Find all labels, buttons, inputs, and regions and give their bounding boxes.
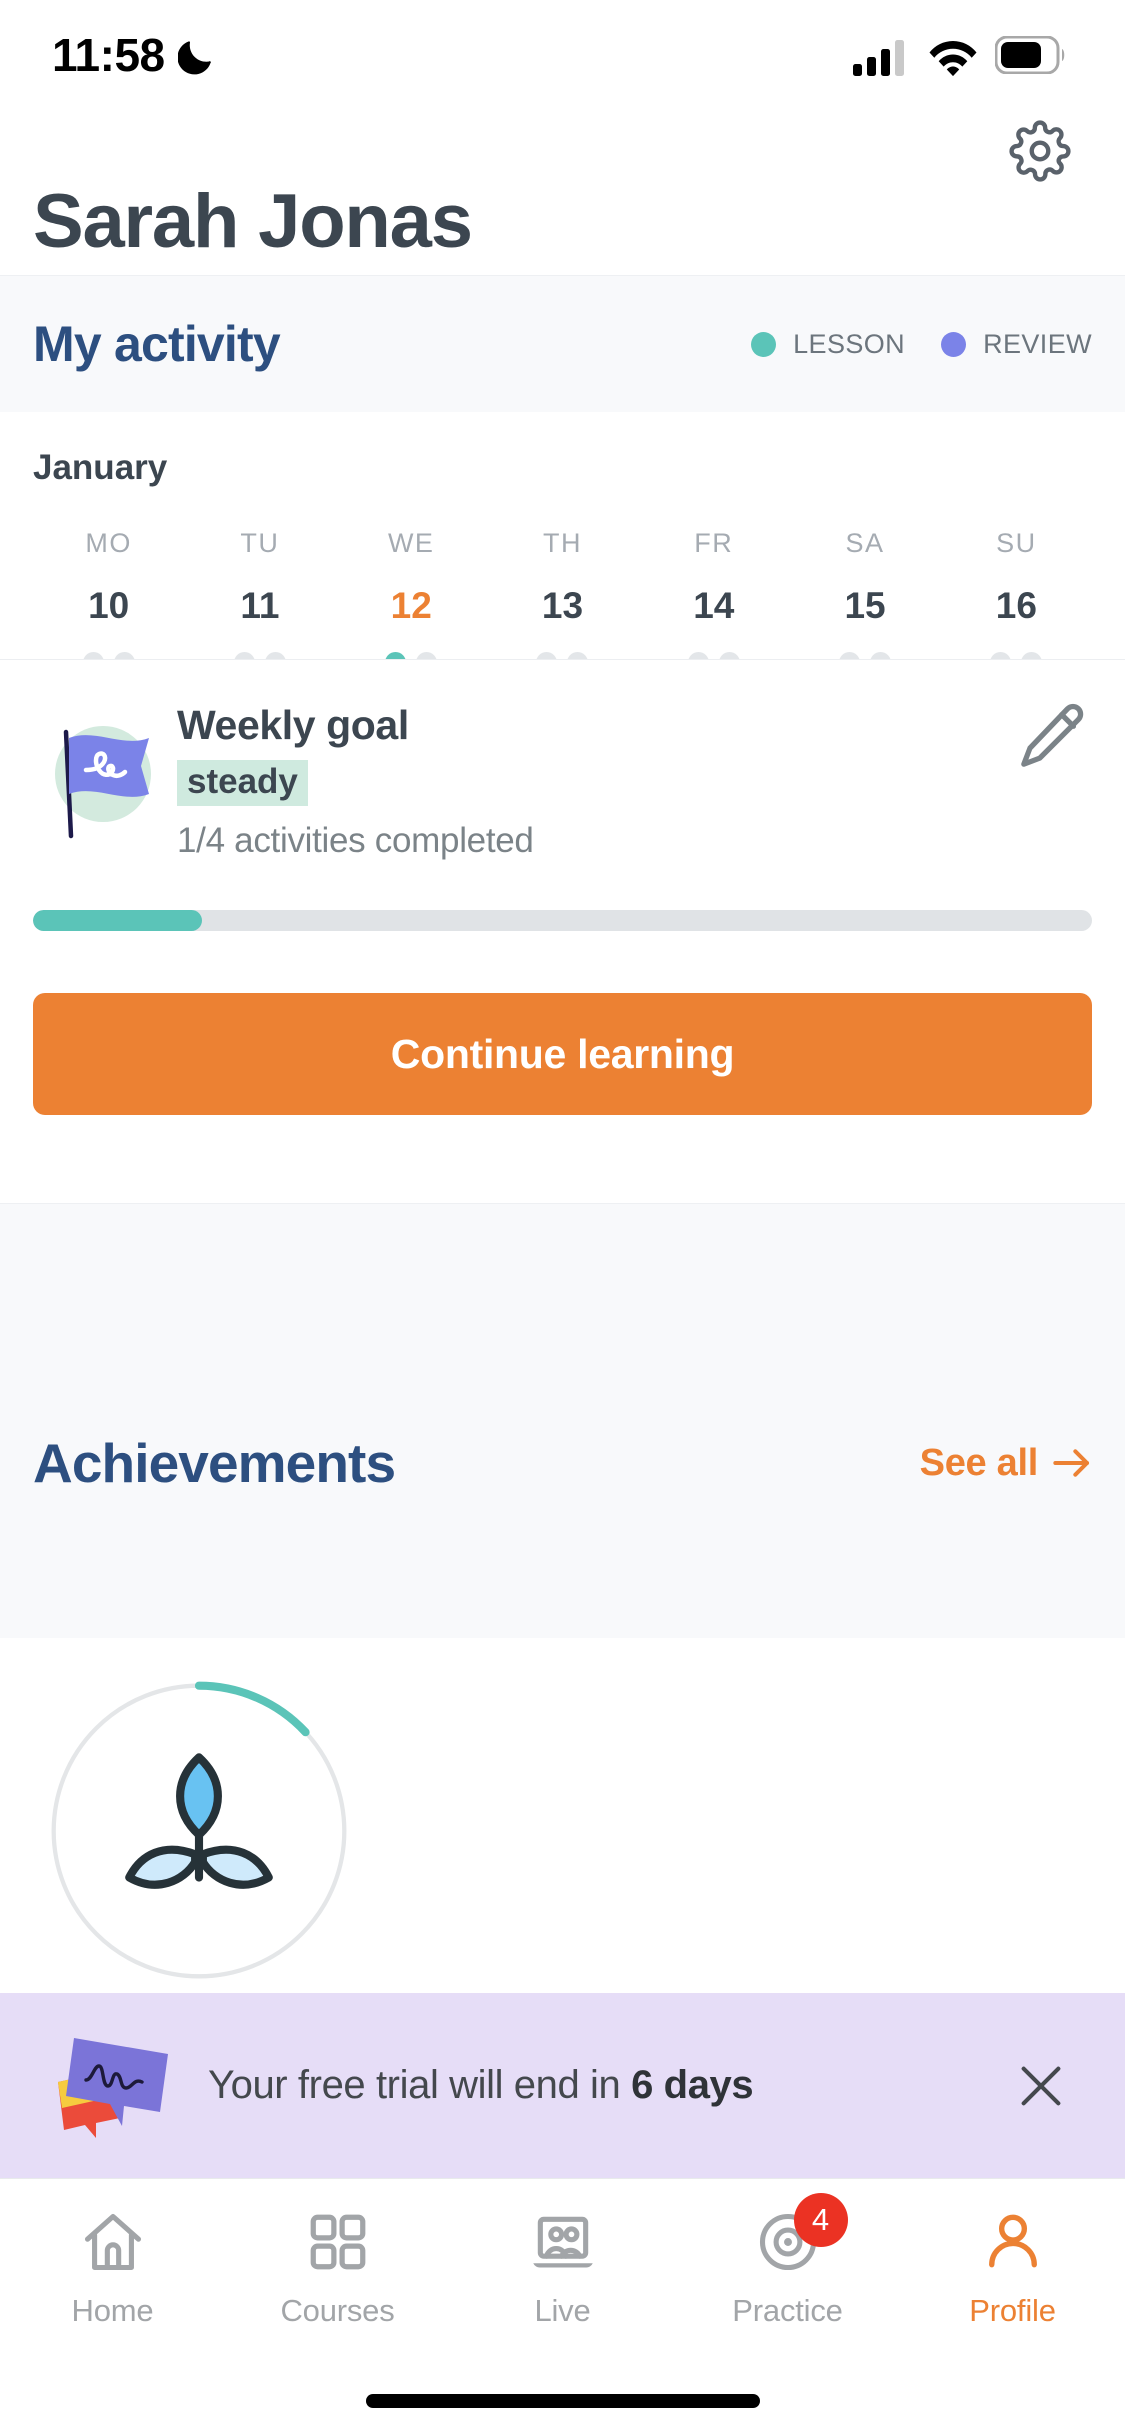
see-all-label: See all <box>919 1441 1039 1484</box>
activity-title: My activity <box>33 316 281 372</box>
nav-item-profile[interactable]: Profile <box>900 2205 1125 2329</box>
bottom-navigation-bar: Home Courses Live 4 Practice Profile <box>0 2178 1125 2368</box>
wifi-icon <box>929 41 977 76</box>
target-icon: 4 <box>754 2193 848 2279</box>
grid-icon <box>305 2205 371 2279</box>
continue-learning-container: Continue learning <box>0 993 1125 1203</box>
weekly-goal-card[interactable]: Weekly goal steady 1/4 activities comple… <box>0 659 1125 993</box>
continue-learning-button[interactable]: Continue learning <box>33 993 1092 1115</box>
free-trial-days: 6 days <box>631 2063 754 2107</box>
calendar-day-number: 13 <box>541 585 584 626</box>
achievements-title: Achievements <box>33 1432 396 1494</box>
achievements-section-header: Achievements See all <box>0 1383 1125 1543</box>
edit-weekly-goal-button[interactable] <box>1018 700 1088 770</box>
legend-item-lesson: LESSON <box>751 329 905 360</box>
status-bar-right <box>853 34 1067 76</box>
close-trial-banner-button[interactable] <box>1001 2046 1081 2126</box>
gear-icon <box>1009 120 1071 182</box>
calendar-day-mo[interactable]: MO 10 <box>33 528 184 673</box>
calendar-day-number: 15 <box>844 585 886 626</box>
calendar-day-number: 11 <box>240 585 280 626</box>
calendar-day-su[interactable]: SU 16 <box>941 528 1092 673</box>
calendar-day-tu[interactable]: TU 11 <box>184 528 335 673</box>
calendar-day-number: 16 <box>995 585 1037 626</box>
legend-dot-lesson <box>751 331 777 357</box>
nav-label-practice: Practice <box>732 2293 843 2328</box>
sprout-achievement-badge[interactable] <box>44 1676 354 1986</box>
person-icon <box>979 2205 1047 2279</box>
legend-label-review: REVIEW <box>983 328 1092 359</box>
calendar-day-number: 12 <box>390 585 432 626</box>
activity-section-header: My activity LESSON REVIEW <box>0 275 1125 412</box>
calendar-day-of-week: SU <box>996 528 1037 558</box>
calendar-day-sa[interactable]: SA 15 <box>789 528 940 673</box>
calendar-day-of-week: WE <box>387 528 435 558</box>
nav-label-home: Home <box>71 2293 154 2328</box>
calendar-month-label: January <box>33 448 168 487</box>
see-all-achievements-link[interactable]: See all <box>920 1442 1092 1485</box>
arrow-right-icon <box>1053 1449 1089 1477</box>
nav-item-home[interactable]: Home <box>0 2205 225 2329</box>
activity-legend: LESSON REVIEW <box>751 329 1092 360</box>
legend-dot-review <box>941 331 967 357</box>
page-title: Sarah Jonas <box>33 179 473 264</box>
moon-icon <box>177 41 211 75</box>
nav-item-courses[interactable]: Courses <box>225 2205 450 2329</box>
cellular-signal-icon <box>853 40 904 76</box>
achievements-band-top <box>0 1203 1125 1383</box>
weekly-goal-progress-text: 1/4 activities completed <box>177 821 534 860</box>
speech-bubble-icon <box>52 2030 180 2142</box>
weekly-goal-row: Weekly goal steady 1/4 activities comple… <box>33 696 1092 861</box>
legend-label-lesson: LESSON <box>793 328 906 359</box>
close-icon <box>1021 2066 1061 2105</box>
flag-icon <box>33 704 163 840</box>
calendar-day-of-week: FR <box>694 528 734 558</box>
live-icon <box>529 2205 597 2279</box>
app-screen: 11:58 Sarah Jonas My activity LESSON REV… <box>0 0 1125 2436</box>
home-indicator <box>365 2394 760 2408</box>
weekly-goal-pace-badge: steady <box>177 760 308 806</box>
calendar-day-of-week: TU <box>240 528 280 558</box>
nav-label-live: Live <box>534 2293 591 2328</box>
pencil-icon <box>1021 703 1084 767</box>
legend-item-review: REVIEW <box>941 329 1092 360</box>
weekly-goal-progress-bar <box>33 910 1092 931</box>
weekly-goal-text: Weekly goal steady 1/4 activities comple… <box>177 696 534 861</box>
status-bar-left: 11:58 <box>52 28 216 82</box>
calendar-day-of-week: MO <box>85 528 132 558</box>
nav-item-practice[interactable]: 4 Practice <box>675 2193 900 2329</box>
calendar-day-we[interactable]: WE 12 <box>336 528 487 673</box>
status-bar-time: 11:58 <box>52 29 165 81</box>
calendar-day-th[interactable]: TH 13 <box>487 528 638 673</box>
calendar-week-row: MO 10 TU 11 WE 12 TH 13 FR 14 SA 15 SU 16 <box>33 528 1092 673</box>
calendar-day-number: 10 <box>88 585 130 626</box>
settings-button[interactable] <box>995 106 1085 196</box>
calendar-day-number: 14 <box>693 585 735 626</box>
calendar-day-fr[interactable]: FR 14 <box>638 528 789 673</box>
nav-label-profile: Profile <box>969 2293 1056 2328</box>
free-trial-text-prefix: Your free trial will end in <box>208 2063 632 2107</box>
achievements-band-bottom <box>0 1543 1125 1638</box>
nav-label-courses: Courses <box>280 2293 395 2328</box>
free-trial-banner: Your free trial will end in 6 days <box>0 1993 1125 2178</box>
weekly-goal-progress-fill <box>33 910 203 931</box>
status-bar: 11:58 <box>0 0 1125 110</box>
free-trial-message: Your free trial will end in 6 days <box>208 2063 1001 2108</box>
activity-calendar: January MO 10 TU 11 WE 12 TH 13 FR 14 SA 15 SU 16 <box>0 412 1125 673</box>
home-icon <box>79 2205 147 2279</box>
practice-badge-count: 4 <box>793 2193 848 2247</box>
calendar-day-of-week: TH <box>542 528 582 558</box>
calendar-day-of-week: SA <box>845 528 885 558</box>
weekly-goal-title: Weekly goal <box>177 702 409 748</box>
nav-item-live[interactable]: Live <box>450 2205 675 2329</box>
battery-icon <box>995 36 1065 74</box>
